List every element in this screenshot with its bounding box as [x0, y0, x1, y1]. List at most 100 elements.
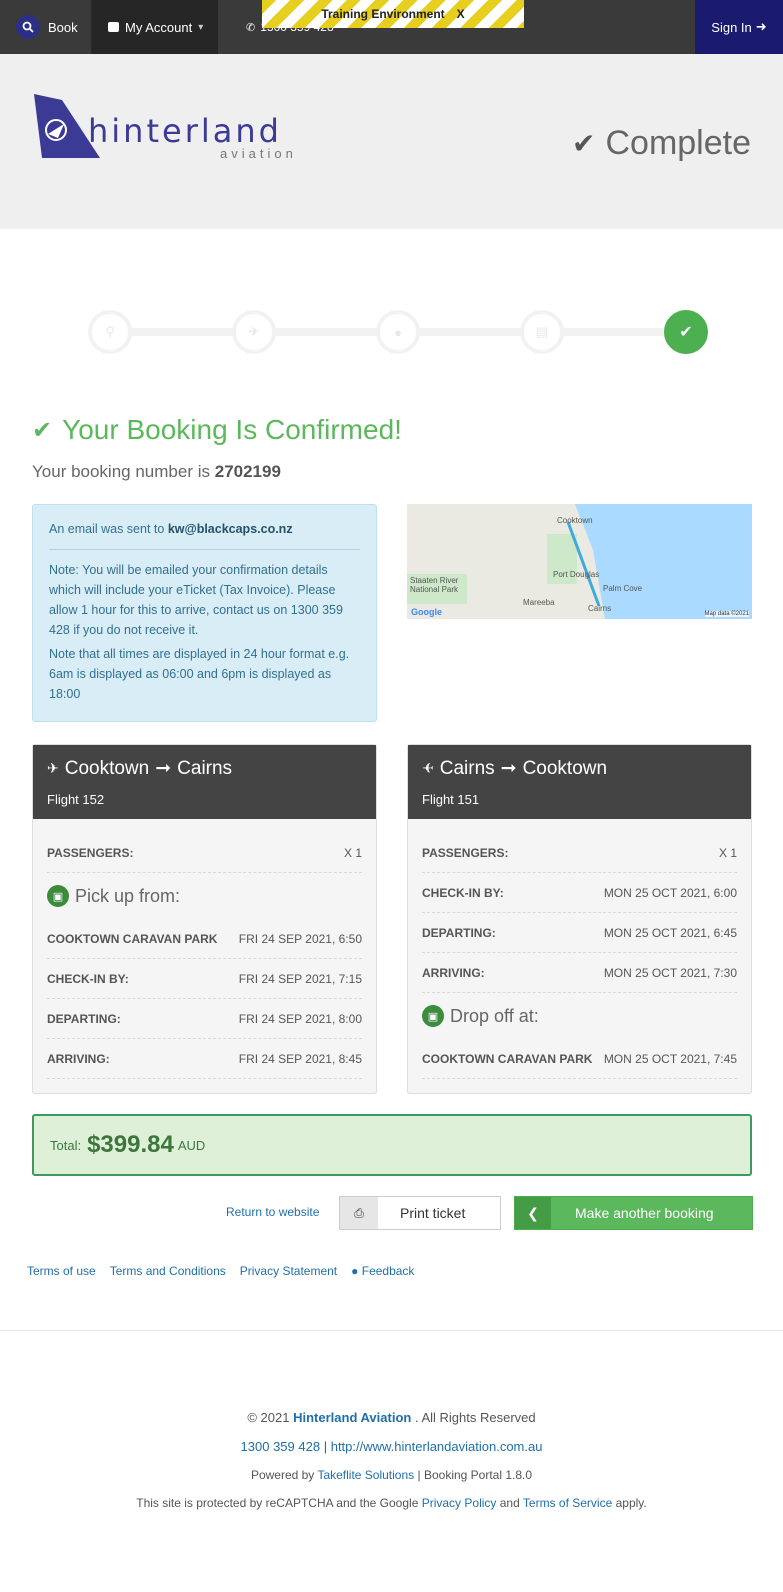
chevron-down-icon: ▾: [198, 21, 204, 33]
total-amount: $399.84: [87, 1131, 174, 1158]
footer-phone-link[interactable]: 1300 359 428: [241, 1439, 321, 1454]
map-label-mareeba: Mareeba: [523, 598, 555, 607]
my-account-dropdown[interactable]: My Account ▾: [92, 0, 218, 54]
book-nav-button[interactable]: Book: [0, 0, 92, 54]
map-label-palmcove: Palm Cove: [603, 584, 643, 593]
return-flight-card: ✈ Cairns ➞ Cooktown Flight 151 PASSENGER…: [407, 744, 752, 1094]
email-prefix: An email was sent to: [49, 522, 165, 536]
comment-icon: ●: [351, 1264, 362, 1278]
confirmation-note: Note: You will be emailed your confirmat…: [49, 563, 343, 637]
powered-prefix: Powered by: [250, 1468, 315, 1482]
email-address: kw@blackcaps.co.nz: [167, 522, 293, 536]
outbound-route: ✈ Cooktown ➞ Cairns: [47, 757, 362, 780]
departing-label: DEPARTING:: [47, 1011, 121, 1026]
recaptcha-and: and: [499, 1496, 520, 1510]
takeflite-link[interactable]: Takeflite Solutions: [317, 1468, 414, 1482]
terms-and-conditions-link[interactable]: Terms and Conditions: [110, 1264, 226, 1278]
dropoff-title: Drop off at:: [450, 1005, 539, 1026]
checkin-label: CHECK-IN BY:: [422, 885, 504, 900]
recaptcha-line: This site is protected by reCAPTCHA and …: [0, 1496, 783, 1510]
status-label: Complete: [605, 124, 751, 162]
terms-of-use-link[interactable]: Terms of use: [27, 1264, 96, 1278]
checkmark-icon: ✔: [572, 128, 596, 159]
pickup-heading: ▣ Pick up from:: [47, 873, 362, 919]
map-label-park: Staaten River National Park: [410, 576, 459, 594]
outbound-from: Cooktown: [64, 757, 150, 779]
dropoff-row: COOKTOWN CARAVAN PARK MON 25 OCT 2021, 7…: [422, 1039, 737, 1079]
recaptcha-apply: apply.: [615, 1496, 647, 1510]
passengers-row: PASSENGERS: X 1: [422, 833, 737, 873]
print-ticket-label: Print ticket: [400, 1205, 466, 1221]
checkin-row: CHECK-IN BY: FRI 24 SEP 2021, 7:15: [47, 959, 362, 999]
total-price-box: Total: $399.84 AUD: [32, 1114, 752, 1176]
email-sent-line: An email was sent to kw@blackcaps.co.nz: [49, 519, 360, 550]
outbound-card-header: ✈ Cooktown ➞ Cairns Flight 152: [33, 745, 376, 819]
page-footer: © 2021 Hinterland Aviation . All Rights …: [0, 1410, 783, 1524]
dropoff-heading: ▣ Drop off at:: [422, 993, 737, 1039]
step-check-icon: ✔: [664, 310, 708, 354]
checkin-row: CHECK-IN BY: MON 25 OCT 2021, 6:00: [422, 873, 737, 913]
departing-value: MON 25 OCT 2021, 6:45: [603, 925, 737, 940]
bus-icon: ▣: [47, 885, 69, 907]
terms-of-service-link[interactable]: Terms of Service: [523, 1496, 612, 1510]
make-another-booking-button[interactable]: ❮ Make another booking: [514, 1196, 753, 1230]
passengers-label: PASSENGERS:: [422, 845, 509, 860]
powered-by-line: Powered by Takeflite Solutions | Booking…: [0, 1468, 783, 1482]
checkin-label: CHECK-IN BY:: [47, 971, 129, 986]
copyright-line: © 2021 Hinterland Aviation . All Rights …: [0, 1410, 783, 1425]
map-data-credit: Map data ©2021: [704, 611, 749, 617]
outbound-card-body: PASSENGERS: X 1 ▣ Pick up from: COOKTOWN…: [33, 819, 376, 1093]
passengers-value: X 1: [718, 845, 737, 860]
privacy-policy-link[interactable]: Privacy Policy: [422, 1496, 497, 1510]
google-logo: Google: [411, 607, 442, 617]
page-header: hinterland aviation ✔ Complete: [0, 54, 783, 229]
wallet-icon: [108, 22, 119, 32]
footer-divider: [0, 1330, 783, 1331]
arriving-value: MON 25 OCT 2021, 7:30: [603, 965, 737, 980]
chevron-left-icon: ❮: [515, 1197, 551, 1229]
training-label: Training Environment: [321, 7, 445, 21]
make-another-booking-label: Make another booking: [575, 1205, 714, 1221]
feedback-link[interactable]: ● Feedback: [351, 1264, 414, 1278]
pickup-title: Pick up from:: [75, 885, 181, 906]
plane-landing-icon: ✈: [422, 760, 434, 776]
email-info-box: An email was sent to kw@blackcaps.co.nz …: [32, 504, 377, 722]
confirmation-title: Your Booking Is Confirmed!: [62, 414, 402, 445]
my-account-label: My Account: [125, 19, 193, 35]
arriving-row: ARRIVING: FRI 24 SEP 2021, 8:45: [47, 1039, 362, 1079]
bus-icon: ▣: [422, 1005, 444, 1027]
action-bar: Return to website ⎙ Print ticket ❮ Make …: [0, 1196, 783, 1230]
training-close-button[interactable]: X: [457, 7, 465, 21]
arrow-right-icon: ➞: [500, 758, 517, 779]
step-plane-icon: ✈: [232, 310, 276, 354]
contact-line: 1300 359 428 | http://www.hinterlandavia…: [0, 1439, 783, 1454]
return-to: Cooktown: [522, 757, 608, 779]
book-nav-label: Book: [48, 19, 78, 35]
privacy-statement-link[interactable]: Privacy Statement: [240, 1264, 337, 1278]
recaptcha-prefix: This site is protected by reCAPTCHA and …: [136, 1496, 419, 1510]
passengers-label: PASSENGERS:: [47, 845, 134, 860]
passengers-value: X 1: [343, 845, 362, 860]
step-search-icon: ⚲: [88, 310, 132, 354]
time-format-note: Note that all times are displayed in 24 …: [49, 647, 350, 701]
total-currency: AUD: [177, 1137, 206, 1153]
arriving-value: FRI 24 SEP 2021, 8:45: [238, 1051, 362, 1066]
arrow-right-icon: ➞: [155, 758, 172, 779]
departing-value: FRI 24 SEP 2021, 8:00: [238, 1011, 362, 1026]
sign-in-button[interactable]: Sign In ➜: [695, 0, 783, 54]
map-label-portdouglas: Port Douglas: [553, 570, 600, 579]
departing-row: DEPARTING: MON 25 OCT 2021, 6:45: [422, 913, 737, 953]
booking-number-prefix: Your booking number is: [32, 462, 210, 481]
training-environment-banner: Training Environment X: [262, 0, 524, 28]
company-link[interactable]: Hinterland Aviation: [293, 1410, 411, 1425]
pickup-time: FRI 24 SEP 2021, 6:50: [238, 931, 362, 946]
booking-number-value: 2702199: [214, 462, 281, 481]
logo-subtitle: aviation: [220, 146, 297, 161]
return-to-website-link[interactable]: Return to website: [226, 1205, 319, 1219]
copyright-prefix: © 2021: [247, 1410, 290, 1425]
outbound-flight-card: ✈ Cooktown ➞ Cairns Flight 152 PASSENGER…: [32, 744, 377, 1094]
total-label: Total:: [50, 1137, 82, 1153]
print-ticket-button[interactable]: ⎙ Print ticket: [339, 1196, 501, 1230]
website-link[interactable]: http://www.hinterlandaviation.com.au: [331, 1439, 543, 1454]
route-map[interactable]: Cooktown Staaten River National Park Por…: [407, 504, 752, 619]
